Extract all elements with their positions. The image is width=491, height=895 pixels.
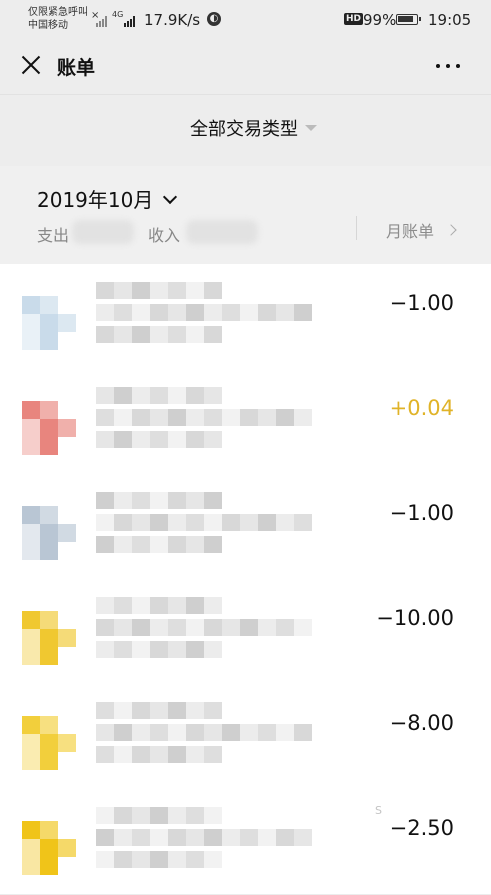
battery-icon (396, 14, 421, 25)
chevron-down-icon[interactable] (162, 189, 178, 205)
merchant-avatar (22, 611, 78, 667)
network-speed: 17.9K/s (144, 11, 201, 29)
transaction-row[interactable]: −10.00 (0, 579, 491, 685)
transaction-row[interactable]: +0.04 (0, 369, 491, 475)
expense-amount-blurred (72, 220, 134, 244)
caret-down-icon[interactable] (305, 125, 317, 131)
transaction-amount: +0.04 (389, 396, 454, 420)
month-summary: 2019年10月 支出 收入 月账单 (0, 166, 491, 264)
merchant-avatar (22, 506, 78, 562)
transaction-type-filter[interactable]: 全部交易类型 (0, 94, 491, 161)
hd-badge: HD (344, 13, 364, 25)
income-label: 收入 (148, 226, 181, 245)
merchant-avatar (22, 821, 78, 877)
transaction-row[interactable]: −8.00 (0, 684, 491, 790)
page-title: 账单 (57, 57, 96, 79)
transaction-amount: −2.50 (389, 816, 454, 840)
watermark: S (375, 804, 382, 817)
transaction-row[interactable]: −2.50 (0, 789, 491, 895)
chevron-right-icon[interactable] (445, 224, 457, 236)
battery-percent: 99% (363, 11, 397, 29)
divider (356, 216, 357, 240)
status-bar: 仅限紧急呼叫 中国移动 × 4G 17.9K/s ◐ HD 99% 19:05 (0, 0, 491, 40)
more-icon[interactable] (436, 64, 460, 68)
nav-bar: 账单 (0, 40, 491, 92)
transaction-amount: −8.00 (389, 711, 454, 735)
expense-label: 支出 (37, 226, 70, 245)
carrier-info: 仅限紧急呼叫 中国移动 (28, 6, 88, 32)
carrier-line2: 中国移动 (28, 20, 68, 31)
globe-icon: ◐ (207, 12, 221, 26)
merchant-avatar (22, 716, 78, 772)
signal-icon (96, 14, 110, 27)
monthly-bill-link[interactable]: 月账单 (386, 218, 434, 242)
clock: 19:05 (428, 11, 472, 29)
transaction-row[interactable]: −1.00 (0, 264, 491, 370)
carrier-line1: 仅限紧急呼叫 (28, 7, 88, 18)
transaction-row[interactable]: −1.00 (0, 474, 491, 580)
income-amount-blurred (186, 220, 258, 244)
merchant-avatar (22, 401, 78, 457)
signal-icon-2 (124, 14, 138, 27)
month-selector[interactable]: 2019年10月 (37, 184, 153, 213)
transaction-amount: −10.00 (376, 606, 454, 630)
network-type: 4G (112, 10, 124, 19)
filter-label[interactable]: 全部交易类型 (190, 115, 298, 141)
merchant-avatar (22, 296, 78, 352)
transaction-amount: −1.00 (389, 501, 454, 525)
close-icon[interactable] (20, 54, 42, 76)
transaction-amount: −1.00 (389, 291, 454, 315)
